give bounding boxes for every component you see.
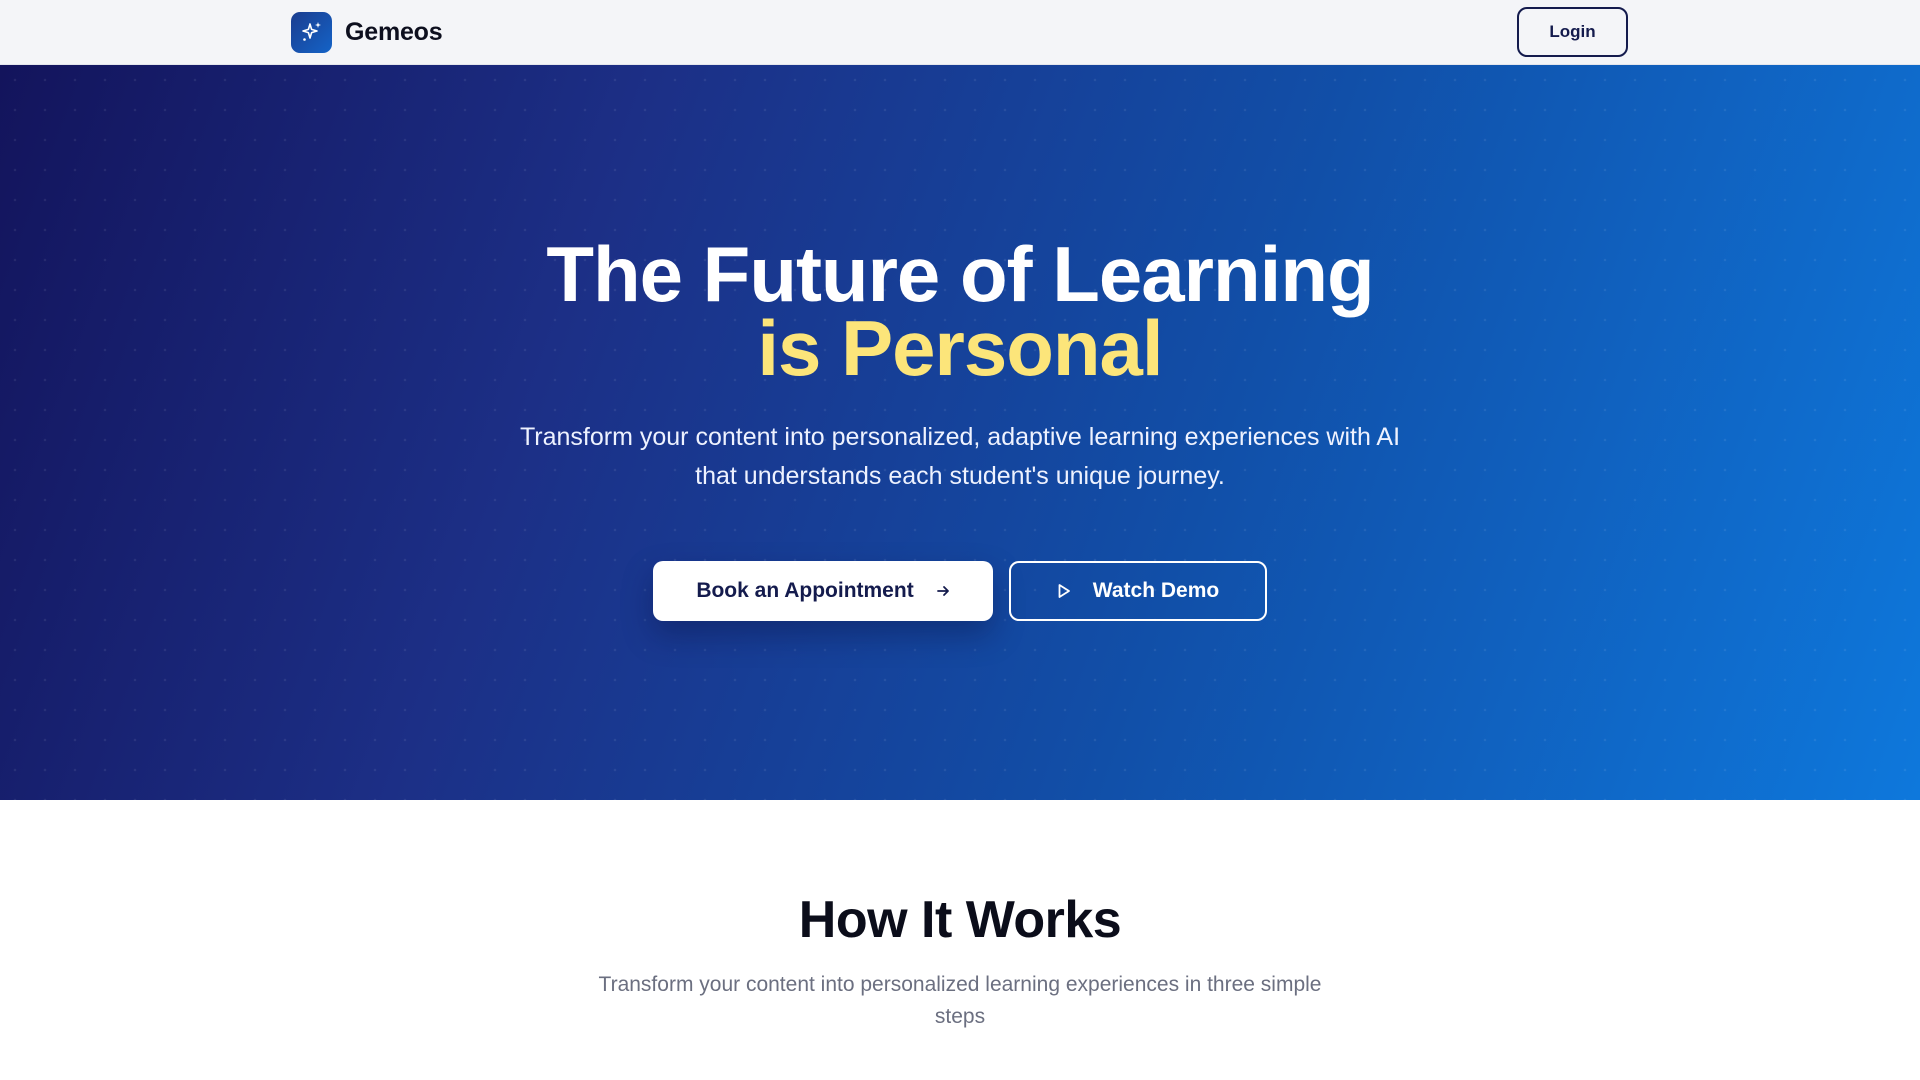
play-icon	[1057, 583, 1071, 599]
hero-section: The Future of Learning is Personal Trans…	[0, 65, 1920, 800]
how-it-works-title: How It Works	[798, 891, 1122, 949]
top-nav: Gemeos Login	[0, 0, 1920, 65]
brand-name: Gemeos	[345, 17, 443, 46]
watch-demo-label: Watch Demo	[1092, 579, 1220, 602]
hero-title-line2: is Personal	[757, 304, 1163, 392]
how-it-works-subtitle: Transform your content into personalized…	[598, 973, 1322, 1028]
hero-title: The Future of Learning is Personal	[0, 235, 1920, 392]
login-button[interactable]: Login	[1517, 7, 1628, 57]
arrow-right-icon	[936, 584, 950, 598]
book-appointment-label: Book an Appointment	[696, 579, 914, 602]
watch-demo-button[interactable]: Watch Demo	[1009, 561, 1267, 621]
sparkles-icon	[291, 11, 332, 53]
brand[interactable]: Gemeos	[291, 11, 443, 53]
hero-subtitle: Transform your content into personalized…	[519, 423, 1401, 490]
book-appointment-button[interactable]: Book an Appointment	[653, 561, 993, 621]
